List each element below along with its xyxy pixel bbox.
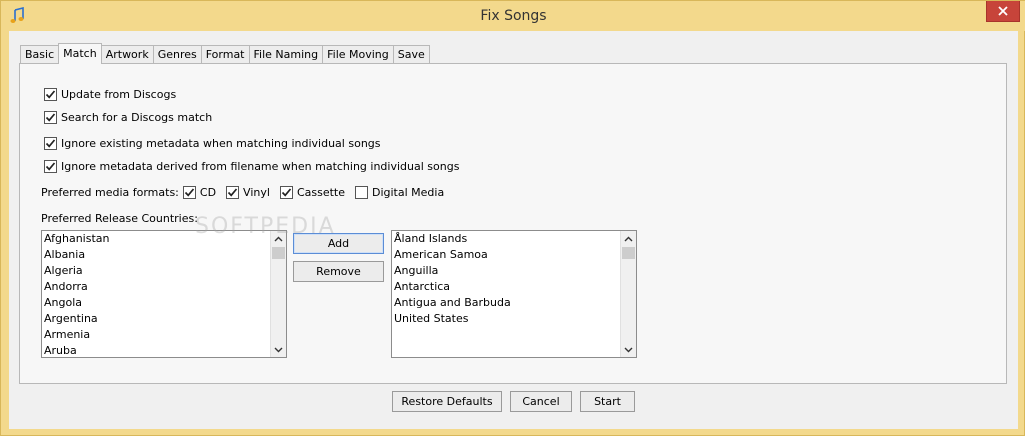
checkmark-icon: [281, 188, 292, 197]
option-label: Update from Discogs: [61, 88, 177, 101]
list-item[interactable]: Angola: [42, 295, 286, 311]
format-label-cd: CD: [199, 186, 217, 199]
scroll-thumb[interactable]: [272, 247, 285, 259]
start-button[interactable]: Start: [580, 391, 635, 412]
tab-file-moving[interactable]: File Moving: [322, 45, 394, 64]
checkbox-format-cd[interactable]: [182, 186, 196, 199]
close-icon: [998, 6, 1008, 16]
checkbox-update-from-discogs[interactable]: [44, 88, 57, 101]
checkbox-format-vinyl[interactable]: [226, 186, 240, 199]
available-countries-list[interactable]: Afghanistan Albania Algeria Andorra Ango…: [41, 230, 287, 358]
option-update-from-discogs[interactable]: Update from Discogs: [44, 88, 176, 101]
list-item[interactable]: Albania: [42, 247, 286, 263]
checkmark-icon: [45, 90, 56, 99]
formats-label: Preferred media formats:: [41, 186, 179, 199]
tab-artwork[interactable]: Artwork: [100, 45, 154, 64]
tab-save[interactable]: Save: [392, 45, 430, 64]
list-item[interactable]: Algeria: [42, 263, 286, 279]
format-label-cassette: Cassette: [296, 186, 345, 199]
scroll-down-button[interactable]: [271, 342, 286, 357]
option-search-discogs-match[interactable]: Search for a Discogs match: [44, 111, 212, 124]
list-item[interactable]: Andorra: [42, 279, 286, 295]
list-item[interactable]: Armenia: [42, 327, 286, 343]
restore-defaults-button[interactable]: Restore Defaults: [392, 391, 502, 412]
tab-genres[interactable]: Genres: [152, 45, 202, 64]
checkbox-search-discogs-match[interactable]: [44, 111, 57, 124]
tab-basic[interactable]: Basic: [20, 45, 60, 64]
list-item[interactable]: Argentina: [42, 311, 286, 327]
format-label-vinyl: Vinyl: [243, 186, 270, 199]
available-countries-scrollbar[interactable]: [270, 231, 286, 357]
countries-label: Preferred Release Countries:: [41, 212, 198, 225]
dialog-client-area: Basic Match Artwork Genres Format File N…: [9, 31, 1018, 429]
checkmark-icon: [45, 139, 56, 148]
add-button[interactable]: Add: [293, 233, 384, 254]
tab-match[interactable]: Match: [58, 43, 102, 64]
format-label-digital-media: Digital Media: [371, 186, 445, 199]
list-item[interactable]: Aruba: [42, 343, 286, 357]
match-panel: Update from Discogs Search for a Discogs…: [19, 63, 1007, 384]
checkbox-ignore-filename-metadata[interactable]: [44, 160, 57, 173]
option-label: Search for a Discogs match: [61, 111, 213, 124]
chevron-down-icon: [624, 347, 633, 352]
list-item[interactable]: Anguilla: [392, 263, 636, 279]
checkmark-icon: [184, 188, 195, 197]
close-button[interactable]: [986, 1, 1020, 22]
list-item[interactable]: Antarctica: [392, 279, 636, 295]
selected-countries-scrollbar[interactable]: [620, 231, 636, 357]
fix-songs-window: Fix Songs Basic Match Artwork Genres For…: [0, 0, 1025, 436]
list-item[interactable]: Afghanistan: [42, 231, 286, 247]
checkbox-format-cassette[interactable]: [279, 186, 293, 199]
checkbox-format-digital-media[interactable]: [354, 186, 368, 199]
chevron-up-icon: [624, 236, 633, 241]
tab-format[interactable]: Format: [200, 45, 250, 64]
list-item[interactable]: American Samoa: [392, 247, 636, 263]
preferred-media-formats-row: Preferred media formats: CD Vinyl Casset…: [41, 186, 444, 199]
checkmark-icon: [227, 188, 238, 197]
list-item[interactable]: United States: [392, 311, 636, 327]
option-ignore-existing-metadata[interactable]: Ignore existing metadata when matching i…: [44, 137, 381, 150]
scroll-up-button[interactable]: [621, 231, 636, 246]
list-item[interactable]: Antigua and Barbuda: [392, 295, 636, 311]
checkbox-ignore-existing-metadata[interactable]: [44, 137, 57, 150]
checkmark-icon: [45, 113, 56, 122]
chevron-up-icon: [274, 236, 283, 241]
scroll-thumb[interactable]: [622, 247, 635, 259]
list-item[interactable]: Åland Islands: [392, 231, 636, 247]
checkmark-icon: [45, 162, 56, 171]
tab-file-naming[interactable]: File Naming: [248, 45, 324, 64]
chevron-down-icon: [274, 347, 283, 352]
window-title: Fix Songs: [480, 8, 547, 24]
tab-bar: Basic Match Artwork Genres Format File N…: [20, 43, 430, 64]
option-ignore-filename-metadata[interactable]: Ignore metadata derived from filename wh…: [44, 160, 459, 173]
option-label: Ignore existing metadata when matching i…: [61, 137, 381, 150]
option-label: Ignore metadata derived from filename wh…: [61, 160, 460, 173]
title-bar: Fix Songs: [1, 1, 1025, 31]
selected-countries-list[interactable]: Åland Islands American Samoa Anguilla An…: [391, 230, 637, 358]
scroll-down-button[interactable]: [621, 342, 636, 357]
scroll-up-button[interactable]: [271, 231, 286, 246]
cancel-button[interactable]: Cancel: [510, 391, 572, 412]
remove-button[interactable]: Remove: [293, 261, 384, 282]
